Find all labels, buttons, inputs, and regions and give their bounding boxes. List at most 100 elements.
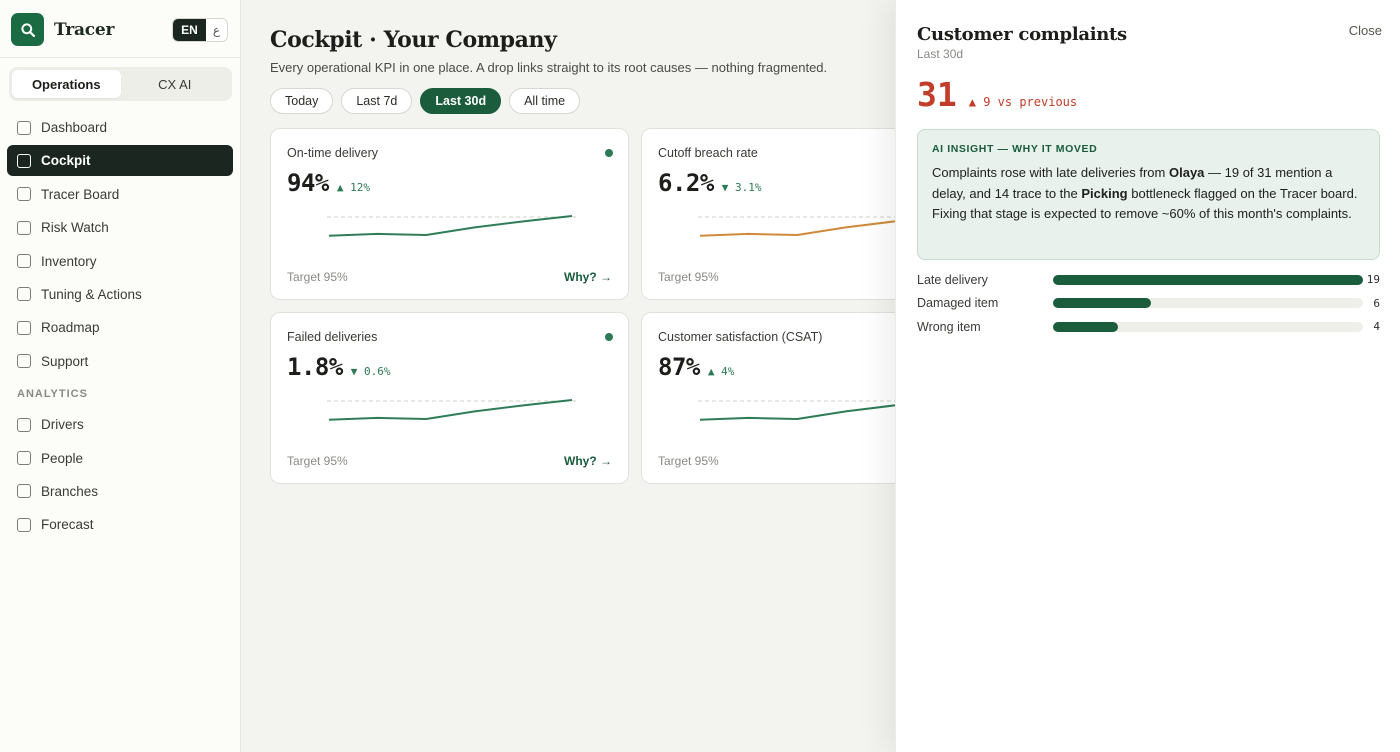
sidebar-item-forecast[interactable]: Forecast	[7, 509, 233, 540]
sidebar-item-tuning-actions[interactable]: Tuning & Actions	[7, 279, 233, 310]
breakdown-label: Damaged item	[917, 296, 999, 311]
kpi-card-failed-deliveries[interactable]: Failed deliveries 1.8% ▼ 0.6% Target 95%…	[270, 312, 629, 484]
kpi-label: Cutoff breach rate	[658, 146, 758, 160]
trend-line	[328, 399, 573, 421]
sidebar-item-risk-watch[interactable]: Risk Watch	[7, 212, 233, 243]
breakdown-track	[1053, 298, 1363, 309]
drawer-number: 31	[917, 75, 957, 114]
sidebar-item-label: Tuning & Actions	[41, 286, 142, 302]
sidebar-item-dashboard[interactable]: Dashboard	[7, 112, 233, 143]
brand[interactable]: Tracer	[11, 13, 115, 46]
sidebar-item-label: Drivers	[41, 417, 84, 433]
checkbox-icon	[17, 517, 31, 532]
sidebar-item-label: Support	[41, 353, 89, 369]
tab-operations[interactable]: Operations	[12, 70, 121, 98]
kpi-label: Failed deliveries	[287, 330, 378, 344]
filter-last-7d[interactable]: Last 7d	[341, 88, 413, 114]
kpi-target: Target 95%	[287, 270, 348, 284]
sidebar-nav: Dashboard Cockpit Tracer Board Risk Watc…	[7, 112, 233, 543]
language-switch[interactable]: EN ع	[172, 18, 228, 42]
checkbox-icon	[17, 417, 31, 432]
main-content: Cockpit · Your Company Every operational…	[241, 0, 1000, 752]
why-link[interactable]: Why? →	[564, 454, 612, 468]
kpi-delta: ▼ 0.6%	[350, 365, 391, 378]
sidebar-item-label: Forecast	[41, 517, 94, 533]
sidebar-item-roadmap[interactable]: Roadmap	[7, 312, 233, 343]
sidebar-item-drivers[interactable]: Drivers	[7, 409, 233, 440]
tab-cx-ai[interactable]: CX AI	[121, 70, 230, 98]
kpi-label: On-time delivery	[287, 146, 378, 160]
insight-text-part: Complaints rose with late deliveries fro…	[932, 165, 1169, 180]
checkbox-icon	[17, 254, 31, 269]
status-dot-icon	[605, 149, 613, 157]
sidebar-mode-tabs: Operations CX AI	[9, 67, 232, 101]
kpi-value: 94% ▲ 12%	[287, 169, 370, 197]
filter-last-30d[interactable]: Last 30d	[420, 88, 502, 114]
filter-today[interactable]: Today	[270, 88, 334, 114]
sidebar-item-label: Tracer Board	[41, 186, 120, 202]
insight-highlight-stage: Picking	[1081, 185, 1128, 201]
insight-highlight-branch: Olaya	[1168, 165, 1205, 180]
lang-en-button[interactable]: EN	[173, 19, 206, 41]
breakdown-bar	[1053, 298, 1151, 309]
sidebar-item-label: Risk Watch	[41, 220, 109, 236]
checkbox-icon	[17, 287, 31, 302]
sidebar-item-inventory[interactable]: Inventory	[7, 246, 233, 277]
page-title: Cockpit · Your Company	[270, 27, 557, 53]
sidebar-item-label: People	[41, 450, 84, 466]
checkbox-icon	[17, 354, 31, 369]
kpi-number: 87%	[658, 353, 700, 381]
kpi-delta: ▲ 12%	[336, 181, 370, 194]
drawer-delta: ▲ 9 vs previous	[968, 95, 1078, 109]
checkbox-icon	[17, 451, 31, 466]
breakdown-value: 19	[1366, 273, 1380, 287]
breakdown-bar	[1053, 274, 1363, 285]
sidebar-item-support[interactable]: Support	[7, 346, 233, 377]
checkbox-icon	[17, 220, 31, 235]
kpi-value: 87% ▲ 4%	[658, 353, 734, 381]
detail-drawer: Customer complaints Last 30d Close 31 ▲ …	[895, 0, 1400, 752]
kpi-target: Target 95%	[287, 454, 348, 468]
breakdown-track	[1053, 321, 1363, 332]
drawer-title: Customer complaints	[917, 24, 1127, 45]
sidebar-item-cockpit[interactable]: Cockpit	[7, 145, 233, 177]
breakdown-row: Damaged item 6	[917, 292, 1380, 316]
sidebar-item-label: Branches	[41, 483, 99, 499]
close-button[interactable]: Close	[1349, 23, 1382, 38]
drawer-period: Last 30d	[917, 47, 964, 61]
kpi-value: 1.8% ▼ 0.6%	[287, 353, 391, 381]
breakdown-track	[1053, 274, 1363, 285]
breakdown-row: Late delivery 19	[917, 268, 1380, 292]
sidebar-item-people[interactable]: People	[7, 443, 233, 474]
sidebar-item-label: Dashboard	[41, 120, 108, 135]
ai-insight-heading: AI INSIGHT — WHY IT MOVED	[932, 143, 1098, 155]
why-link[interactable]: Why? →	[564, 270, 612, 284]
checkbox-icon	[17, 320, 31, 335]
checkbox-icon	[17, 187, 31, 202]
kpi-number: 94%	[287, 169, 329, 197]
kpi-target: Target 95%	[658, 270, 719, 284]
sidebar-item-tracer-board[interactable]: Tracer Board	[7, 179, 233, 210]
kpi-sparkline	[327, 215, 577, 237]
sidebar: Tracer EN ع Operations CX AI Dashboard C…	[0, 0, 241, 752]
complaint-breakdown: Late delivery 19 Damaged item 6 Wrong it…	[917, 268, 1380, 339]
filter-all-time[interactable]: All time	[509, 88, 581, 114]
ai-insight-text: Complaints rose with late deliveries fro…	[932, 163, 1365, 225]
sidebar-section-analytics: ANALYTICS	[17, 388, 88, 401]
breakdown-value: 4	[1373, 320, 1380, 334]
breakdown-label: Wrong item	[917, 319, 981, 334]
checkbox-icon	[17, 120, 31, 135]
checkbox-icon	[17, 484, 31, 499]
checkbox-icon	[17, 153, 31, 168]
status-dot-icon	[605, 333, 613, 341]
kpi-number: 1.8%	[287, 353, 343, 381]
sidebar-item-label: Cockpit	[41, 153, 91, 169]
sidebar-item-label: Inventory	[41, 253, 97, 269]
sidebar-item-label: Roadmap	[41, 320, 100, 336]
kpi-card-on-time-delivery[interactable]: On-time delivery 94% ▲ 12% Target 95% Wh…	[270, 128, 629, 300]
breakdown-bar	[1053, 321, 1119, 332]
sidebar-item-branches[interactable]: Branches	[7, 476, 233, 507]
ai-insight-panel: AI INSIGHT — WHY IT MOVED Complaints ros…	[917, 129, 1380, 260]
lang-ar-button[interactable]: ع	[206, 19, 227, 41]
search-icon[interactable]	[11, 13, 44, 46]
